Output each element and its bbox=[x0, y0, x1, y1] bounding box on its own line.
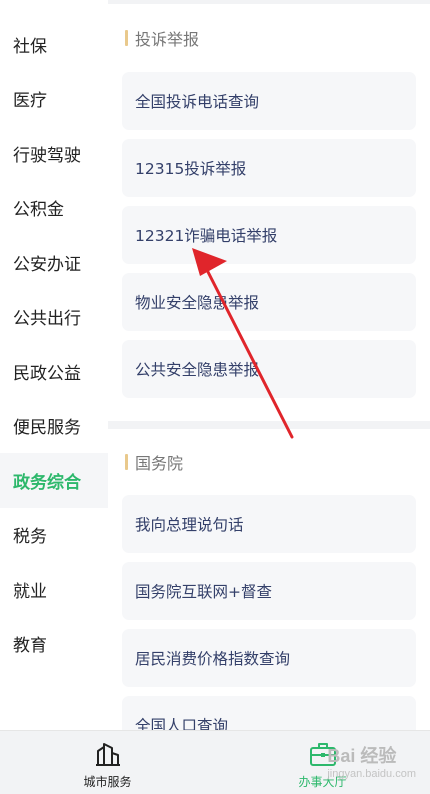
sidebar-item-label: 税务 bbox=[13, 527, 47, 548]
service-card-cpi-query[interactable]: 居民消费价格指数查询 bbox=[122, 629, 416, 687]
service-card-label: 全国人口查询 bbox=[135, 717, 229, 730]
sidebar-item-label: 公积金 bbox=[13, 200, 64, 221]
section-state-council: 国务院 我向总理说句话 国务院互联网+督查 居民消费价格指数查询 全国人口查询 bbox=[108, 429, 430, 730]
city-buildings-icon bbox=[95, 743, 120, 766]
sidebar-item-label: 教育 bbox=[13, 636, 47, 657]
sidebar-item-label: 就业 bbox=[13, 581, 47, 602]
service-card-complaint-hotline[interactable]: 全国投诉电话查询 bbox=[122, 72, 416, 130]
sidebar-item-label: 公共出行 bbox=[13, 309, 81, 330]
sidebar-item-yiliao[interactable]: 医疗 bbox=[0, 72, 108, 127]
sidebar-item-education[interactable]: 教育 bbox=[0, 617, 108, 672]
sidebar-item-employment[interactable]: 就业 bbox=[0, 562, 108, 617]
service-card-label: 国务院互联网+督查 bbox=[135, 583, 272, 601]
service-card-label: 12315投诉举报 bbox=[135, 160, 247, 178]
sidebar-item-shebao[interactable]: 社保 bbox=[0, 17, 108, 72]
tab-label: 城市服务 bbox=[83, 775, 132, 789]
sidebar-item-label: 民政公益 bbox=[13, 363, 81, 384]
sidebar-item-police-id[interactable]: 公安办证 bbox=[0, 235, 108, 290]
service-card-label: 居民消费价格指数查询 bbox=[135, 650, 291, 668]
category-sidebar: 社保 医疗 行驶驾驶 公积金 公安办证 公共出行 民政公益 便民服务 政务综合 … bbox=[0, 0, 108, 730]
baidu-jingyan-watermark: Bai 经验 jingyan.baidu.com bbox=[327, 742, 416, 780]
section-title-bar bbox=[125, 30, 128, 46]
section-title-bar bbox=[125, 454, 128, 470]
section-title: 投诉举报 bbox=[122, 4, 416, 72]
service-card-label: 12321诈骗电话举报 bbox=[135, 227, 278, 245]
sidebar-item-housing-fund[interactable]: 公积金 bbox=[0, 181, 108, 236]
sidebar-item-label: 政务综合 bbox=[13, 472, 81, 493]
sidebar-item-label: 社保 bbox=[13, 36, 47, 57]
sidebar-item-convenience[interactable]: 便民服务 bbox=[0, 399, 108, 454]
section-title: 国务院 bbox=[122, 429, 416, 495]
service-card-internet-supervision[interactable]: 国务院互联网+督查 bbox=[122, 562, 416, 620]
tab-city-services[interactable]: 城市服务 bbox=[0, 731, 215, 794]
section-title-text: 国务院 bbox=[135, 454, 184, 473]
service-card-message-premier[interactable]: 我向总理说句话 bbox=[122, 495, 416, 553]
section-title-text: 投诉举报 bbox=[135, 30, 200, 49]
sidebar-item-government-general[interactable]: 政务综合 bbox=[0, 453, 108, 508]
watermark-text: Bai 经验 bbox=[327, 746, 397, 766]
sidebar-item-tax[interactable]: 税务 bbox=[0, 508, 108, 563]
service-card-population-query[interactable]: 全国人口查询 bbox=[122, 696, 416, 730]
service-card-label: 物业安全隐患举报 bbox=[135, 294, 260, 312]
section-complaint-report: 投诉举报 全国投诉电话查询 12315投诉举报 12321诈骗电话举报 物业安全… bbox=[108, 4, 430, 421]
sidebar-item-driving[interactable]: 行驶驾驶 bbox=[0, 126, 108, 181]
service-list[interactable]: 投诉举报 全国投诉电话查询 12315投诉举报 12321诈骗电话举报 物业安全… bbox=[108, 0, 430, 730]
service-card-12321[interactable]: 12321诈骗电话举报 bbox=[122, 206, 416, 264]
sidebar-item-label: 便民服务 bbox=[13, 418, 81, 439]
sidebar-item-label: 公安办证 bbox=[13, 254, 81, 275]
service-card-public-safety[interactable]: 公共安全隐患举报 bbox=[122, 340, 416, 398]
sidebar-item-civil-affairs[interactable]: 民政公益 bbox=[0, 344, 108, 399]
service-card-label: 我向总理说句话 bbox=[135, 516, 244, 534]
sidebar-item-public-transit[interactable]: 公共出行 bbox=[0, 290, 108, 345]
service-card-label: 公共安全隐患举报 bbox=[135, 361, 260, 379]
service-card-property-safety[interactable]: 物业安全隐患举报 bbox=[122, 273, 416, 331]
service-card-12315[interactable]: 12315投诉举报 bbox=[122, 139, 416, 197]
sidebar-item-label: 行驶驾驶 bbox=[13, 145, 81, 166]
service-card-label: 全国投诉电话查询 bbox=[135, 93, 260, 111]
sidebar-item-label: 医疗 bbox=[13, 91, 47, 112]
watermark-subtext: jingyan.baidu.com bbox=[327, 768, 416, 780]
